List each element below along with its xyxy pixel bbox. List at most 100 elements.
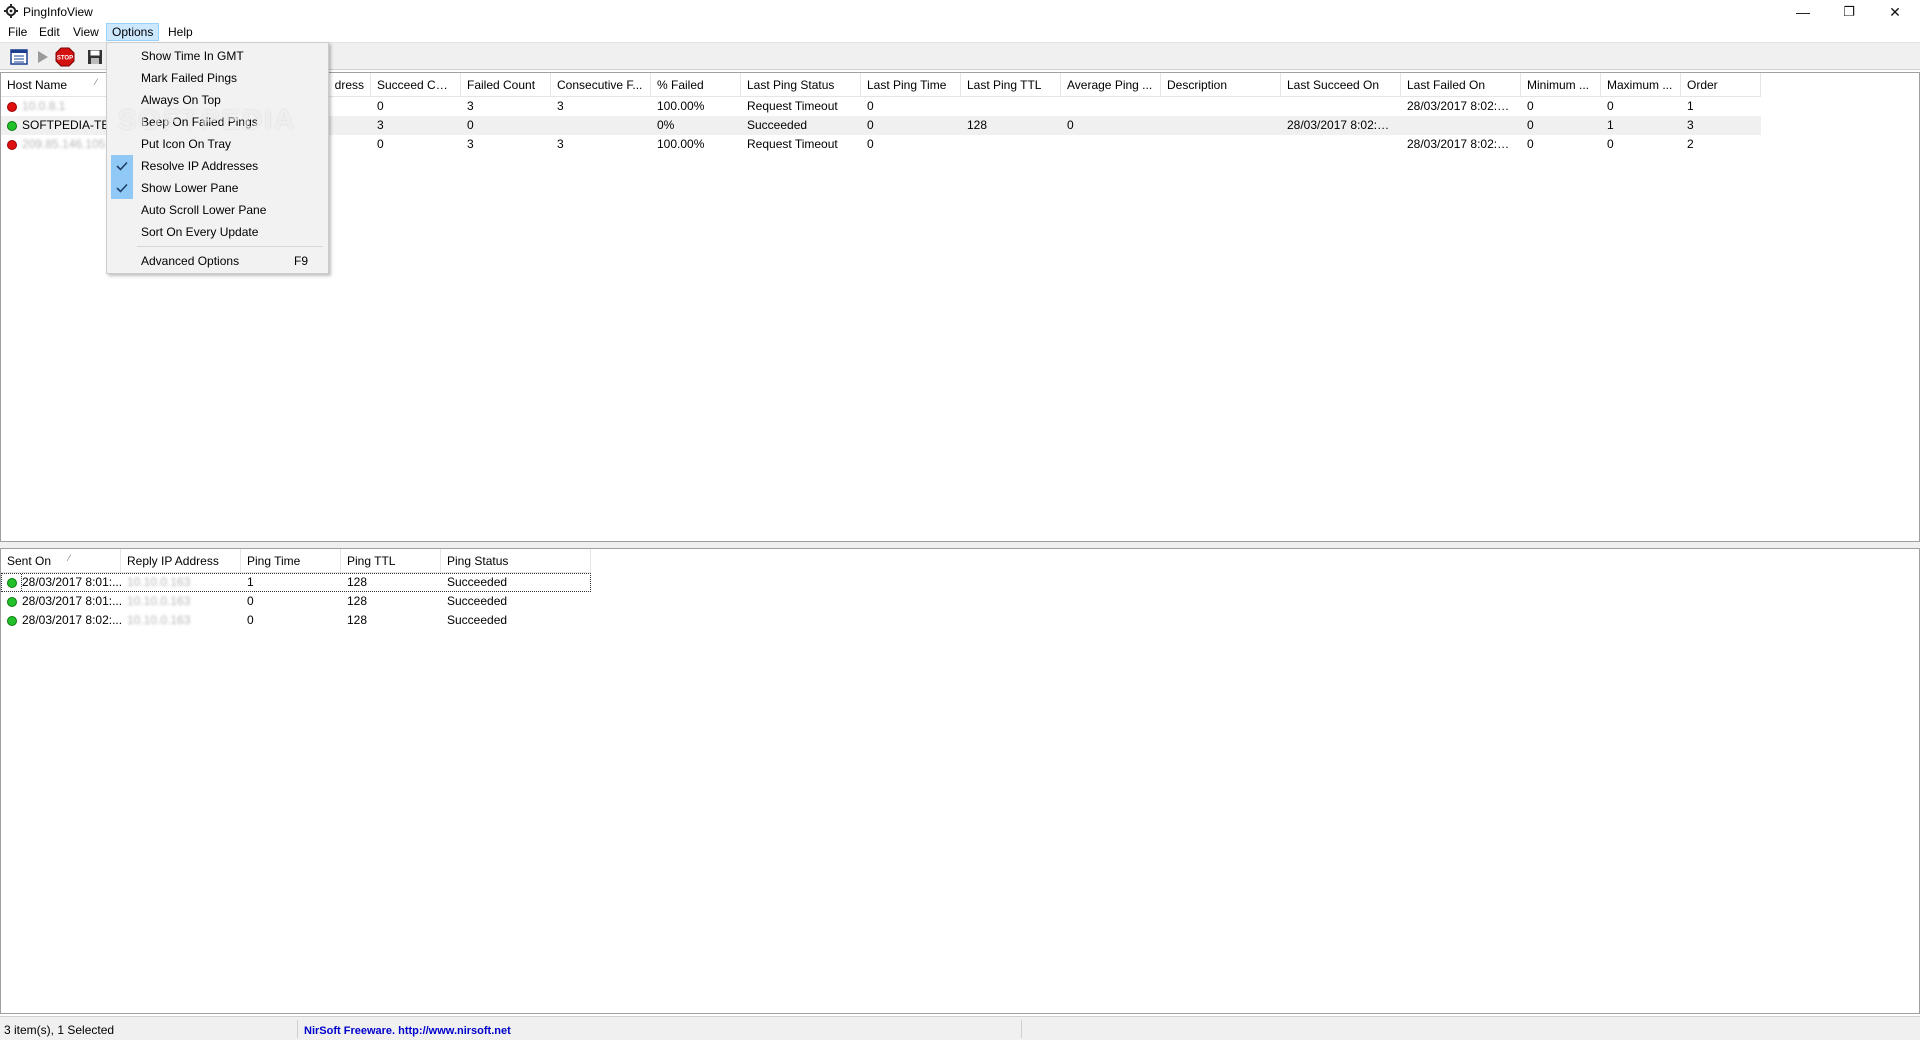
stop-icon-label: STOP bbox=[57, 56, 73, 62]
save-icon[interactable] bbox=[84, 47, 106, 67]
sent-on: 28/03/2017 8:02:... bbox=[22, 613, 121, 627]
order: 3 bbox=[1687, 118, 1694, 132]
host-name: 10.0.8.1 bbox=[22, 99, 66, 113]
gear-icon bbox=[4, 4, 18, 18]
maximum: 0 bbox=[1607, 137, 1614, 151]
order: 1 bbox=[1687, 99, 1694, 113]
ping-history-list[interactable]: Sent On ⁄ Reply IP Address Ping Time Ping… bbox=[0, 548, 1920, 1014]
options-menu: Show Time In GMT Mark Failed Pings Alway… bbox=[106, 42, 329, 274]
menu-separator bbox=[137, 246, 323, 247]
col-consecutive-failed[interactable]: Consecutive F... bbox=[551, 73, 651, 97]
success-status-icon bbox=[7, 120, 17, 131]
order: 2 bbox=[1687, 137, 1694, 151]
menu-item-beep-on-failed[interactable]: Beep On Failed Pings bbox=[109, 111, 326, 133]
col-minimum[interactable]: Minimum ... bbox=[1521, 73, 1601, 97]
menu-edit[interactable]: Edit bbox=[33, 23, 66, 41]
menu-item-sort-every-update[interactable]: Sort On Every Update bbox=[109, 221, 326, 243]
menu-item-show-time-gmt[interactable]: Show Time In GMT bbox=[109, 45, 326, 67]
sort-arrow-icon: ⁄ bbox=[95, 77, 97, 87]
col-failed-count[interactable]: Failed Count bbox=[461, 73, 551, 97]
col-average-ping[interactable]: Average Ping ... bbox=[1061, 73, 1161, 97]
nirsoft-credit[interactable]: NirSoft Freeware. http://www.nirsoft.net bbox=[302, 1020, 1022, 1038]
last-ping-ttl bbox=[961, 97, 1061, 116]
reply-ip: 10.10.0.163 bbox=[127, 575, 191, 589]
col-description[interactable]: Description bbox=[1161, 73, 1281, 97]
succeed-count: 0 bbox=[377, 137, 384, 151]
menu-item-auto-scroll[interactable]: Auto Scroll Lower Pane bbox=[109, 199, 326, 221]
col-ping-time[interactable]: Ping Time bbox=[241, 549, 341, 573]
sent-on: 28/03/2017 8:01:... bbox=[22, 594, 121, 608]
failed-status-icon bbox=[7, 101, 17, 112]
percent-failed: 100.00% bbox=[657, 137, 705, 151]
item-count: 3 item(s), 1 Selected bbox=[2, 1020, 298, 1038]
last-ping-status: Request Timeout bbox=[747, 137, 838, 151]
checkmark-icon bbox=[111, 155, 133, 177]
status-bar: 3 item(s), 1 Selected NirSoft Freeware. … bbox=[0, 1016, 1920, 1040]
last-ping-status: Request Timeout bbox=[747, 99, 838, 113]
menu-item-put-icon-on-tray[interactable]: Put Icon On Tray bbox=[109, 133, 326, 155]
reply-ip: 10.10.0.163 bbox=[127, 613, 191, 627]
menu-item-resolve-ip[interactable]: Resolve IP Addresses bbox=[109, 155, 326, 177]
menu-view[interactable]: View bbox=[67, 23, 105, 41]
maximum: 0 bbox=[1607, 99, 1614, 113]
col-last-ping-ttl[interactable]: Last Ping TTL bbox=[961, 73, 1061, 97]
col-ping-status[interactable]: Ping Status bbox=[441, 549, 591, 573]
menu-help[interactable]: Help bbox=[162, 23, 199, 41]
history-header: Sent On ⁄ Reply IP Address Ping Time Ping… bbox=[1, 549, 591, 573]
sent-on: 28/03/2017 8:01:... bbox=[20, 573, 121, 592]
col-reply-ip[interactable]: Reply IP Address bbox=[121, 549, 241, 573]
last-ping-status: Succeeded bbox=[747, 118, 808, 132]
last-succeed-on bbox=[1281, 135, 1401, 154]
menu-item-show-lower-pane[interactable]: Show Lower Pane bbox=[109, 177, 326, 199]
menu-item-mark-failed-pings[interactable]: Mark Failed Pings bbox=[109, 67, 326, 89]
checkmark-icon bbox=[111, 177, 133, 199]
ping-ttl: 128 bbox=[347, 594, 368, 608]
col-percent-failed[interactable]: % Failed bbox=[651, 73, 741, 97]
play-icon[interactable] bbox=[31, 47, 53, 67]
percent-failed: 0% bbox=[657, 118, 675, 132]
properties-icon[interactable] bbox=[8, 47, 30, 67]
stop-icon[interactable]: STOP bbox=[54, 47, 76, 67]
minimum: 0 bbox=[1527, 118, 1534, 132]
minimize-button[interactable]: — bbox=[1780, 0, 1826, 24]
average-ping bbox=[1061, 135, 1161, 154]
average-ping bbox=[1061, 97, 1161, 116]
last-ping-time: 0 bbox=[867, 99, 874, 113]
success-status-icon bbox=[7, 577, 17, 588]
menu-options[interactable]: Options bbox=[106, 23, 160, 41]
history-row[interactable]: 28/03/2017 8:02:... 10.10.0.163 0 128 Su… bbox=[1, 611, 591, 630]
col-sent-on[interactable]: Sent On ⁄ bbox=[1, 549, 121, 573]
col-last-ping-status[interactable]: Last Ping Status bbox=[741, 73, 861, 97]
ping-time: 0 bbox=[247, 613, 254, 627]
col-ping-ttl[interactable]: Ping TTL bbox=[341, 549, 441, 573]
ping-status: Succeeded bbox=[447, 594, 508, 608]
col-order[interactable]: Order bbox=[1681, 73, 1761, 97]
percent-failed: 100.00% bbox=[657, 99, 705, 113]
failed-status-icon bbox=[7, 139, 17, 150]
history-row[interactable]: 28/03/2017 8:01:... 10.10.0.163 0 128 Su… bbox=[1, 592, 591, 611]
menu-bar: File Edit View Options Help bbox=[0, 22, 1920, 42]
col-succeed-count[interactable]: Succeed Cou... bbox=[371, 73, 461, 97]
description bbox=[1161, 116, 1281, 135]
menu-file[interactable]: File bbox=[2, 23, 33, 41]
col-last-failed-on[interactable]: Last Failed On bbox=[1401, 73, 1521, 97]
failed-count: 0 bbox=[467, 118, 474, 132]
success-status-icon bbox=[7, 615, 17, 626]
ping-ttl: 128 bbox=[347, 613, 368, 627]
maximize-button[interactable]: ❐ bbox=[1826, 0, 1872, 24]
col-maximum[interactable]: Maximum ... bbox=[1601, 73, 1681, 97]
ping-ttl: 128 bbox=[347, 575, 368, 589]
sort-arrow-icon: ⁄ bbox=[68, 553, 70, 563]
menu-item-always-on-top[interactable]: Always On Top bbox=[109, 89, 326, 111]
close-button[interactable]: ✕ bbox=[1872, 0, 1918, 24]
last-failed-on: 28/03/2017 8:02:04... bbox=[1407, 137, 1521, 151]
shortcut-label: F9 bbox=[293, 254, 308, 268]
col-last-succeed-on[interactable]: Last Succeed On bbox=[1281, 73, 1401, 97]
history-row[interactable]: 28/03/2017 8:01:... 10.10.0.163 1 128 Su… bbox=[1, 573, 591, 592]
maximum: 1 bbox=[1607, 118, 1614, 132]
consecutive-failed: 3 bbox=[557, 99, 564, 113]
col-last-ping-time[interactable]: Last Ping Time bbox=[861, 73, 961, 97]
title-bar: PingInfoView — ❐ ✕ bbox=[0, 0, 1920, 24]
succeed-count: 3 bbox=[377, 118, 384, 132]
menu-item-advanced-options[interactable]: Advanced Options F9 bbox=[109, 250, 326, 272]
